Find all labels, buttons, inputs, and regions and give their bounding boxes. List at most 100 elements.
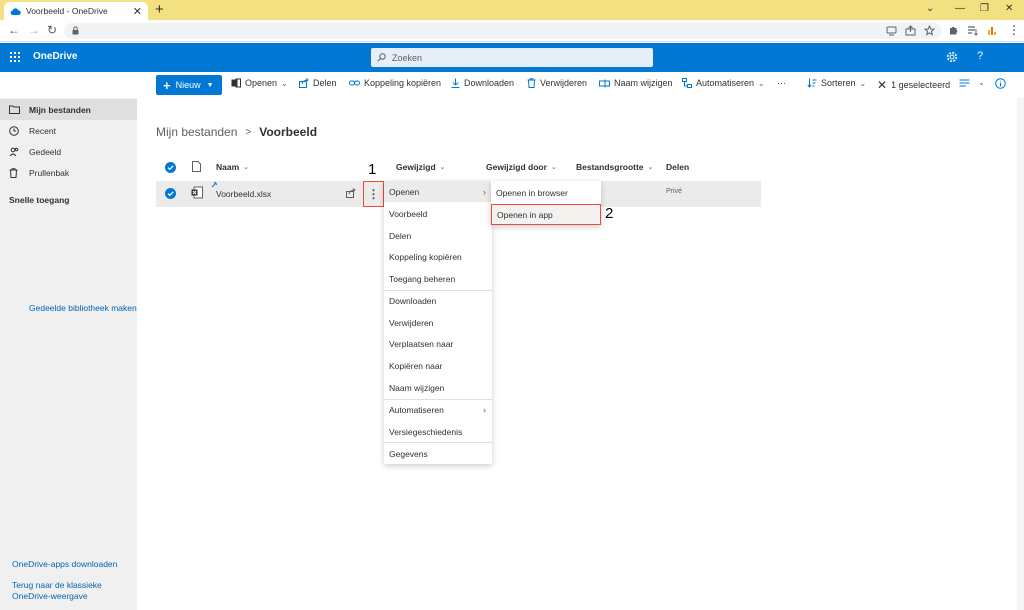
window-close-icon[interactable]: ✕ — [1005, 3, 1013, 14]
tab-close-icon[interactable]: ✕ — [133, 5, 142, 18]
extension-chart-icon[interactable] — [987, 25, 997, 36]
sidebar-item-label: Mijn bestanden — [29, 104, 91, 115]
menu-item-label: Delen — [389, 230, 412, 241]
menu-item-label: Gegevens — [389, 448, 428, 459]
url-field[interactable] — [64, 23, 942, 39]
app-launcher-icon[interactable] — [10, 52, 20, 62]
column-header-label: Gewijzigd door — [486, 162, 547, 172]
menu-item-details[interactable]: Gegevens — [384, 443, 492, 464]
minimize-icon[interactable]: — — [955, 3, 965, 14]
sidebar-item-label: Recent — [29, 125, 56, 136]
chevron-down-icon: ⌄ — [859, 78, 867, 88]
menu-item-open[interactable]: Openen › — [384, 181, 492, 202]
menu-item-automate[interactable]: Automatiseren › — [384, 399, 492, 420]
share-icon[interactable] — [346, 188, 356, 198]
share-button[interactable]: Delen — [299, 78, 337, 88]
restore-icon[interactable]: ❐ — [980, 3, 989, 14]
column-header-modified-by[interactable]: Gewijzigd door ⌄ — [486, 162, 557, 172]
delete-button[interactable]: Verwijderen — [527, 78, 587, 88]
sidebar-item-label: Gedeeld — [29, 146, 62, 157]
more-actions-button[interactable]: ⋮ — [363, 181, 384, 207]
reading-list-icon[interactable] — [967, 25, 979, 36]
back-icon[interactable]: ← — [8, 23, 20, 37]
column-header-sharing[interactable]: Delen — [666, 162, 689, 172]
sidebar-item-shared[interactable]: Gedeeld — [0, 141, 137, 162]
info-icon — [995, 78, 1006, 89]
automate-label: Automatiseren — [696, 78, 755, 88]
install-app-icon[interactable] — [886, 25, 897, 36]
tab-search-chevron-icon[interactable]: ⌄ — [926, 3, 934, 14]
menu-item-copy-link[interactable]: Koppeling kopiëren — [384, 246, 492, 267]
column-header-name[interactable]: Naam ⌄ — [216, 162, 249, 172]
share-page-icon[interactable] — [905, 25, 916, 36]
tab-title: Voorbeeld - OneDrive — [26, 6, 108, 16]
select-all-checkbox[interactable] — [165, 162, 176, 173]
classic-view-link-line1[interactable]: Terug naar de klassieke — [12, 580, 102, 591]
row-checkbox[interactable] — [165, 188, 176, 199]
column-header-label: Naam — [216, 162, 240, 172]
new-tab-button[interactable]: + — [155, 1, 164, 19]
clear-selection-button[interactable]: ✕ 1 geselecteerd — [877, 78, 950, 92]
command-bar: + Nieuw ▼ Openen ⌄ Delen Koppeling kopië… — [137, 72, 1024, 98]
plus-icon: + — [163, 77, 171, 93]
download-apps-link[interactable]: OneDrive-apps downloaden — [12, 559, 117, 570]
sort-button[interactable]: Sorteren ⌄ — [807, 78, 866, 88]
menu-item-delete[interactable]: Verwijderen — [384, 312, 492, 333]
menu-item-rename[interactable]: Naam wijzigen — [384, 377, 492, 398]
submenu-item-open-in-app[interactable]: Openen in app — [491, 204, 601, 225]
new-label: Nieuw — [175, 80, 201, 90]
column-header-modified[interactable]: Gewijzigd ⌄ — [396, 162, 446, 172]
menu-item-preview[interactable]: Voorbeeld — [384, 203, 492, 224]
info-button[interactable] — [995, 78, 1010, 89]
open-button[interactable]: Openen ⌄ — [231, 78, 288, 88]
column-header-file-size[interactable]: Bestandsgrootte ⌄ — [576, 162, 653, 172]
more-vertical-icon: ⋮ — [367, 187, 380, 201]
rename-button[interactable]: Naam wijzigen — [599, 78, 673, 88]
forward-icon[interactable]: → — [28, 23, 40, 37]
more-commands-button[interactable]: ··· — [777, 78, 786, 88]
open-app-icon — [231, 78, 241, 88]
open-label: Openen — [245, 78, 278, 88]
column-header-label: Gewijzigd — [396, 162, 436, 172]
menu-item-manage-access[interactable]: Toegang beheren — [384, 268, 492, 289]
classic-view-link-line2[interactable]: OneDrive-weergave — [12, 591, 88, 602]
breadcrumb-root[interactable]: Mijn bestanden — [156, 125, 237, 139]
menu-item-move-to[interactable]: Verplaatsen naar — [384, 333, 492, 354]
gear-icon[interactable] — [946, 51, 958, 63]
menu-item-share[interactable]: Delen — [384, 225, 492, 246]
new-button[interactable]: + Nieuw ▼ — [156, 75, 222, 95]
sort-icon — [807, 78, 817, 88]
automate-button[interactable]: Automatiseren ⌄ — [682, 78, 765, 88]
menu-item-download[interactable]: Downloaden — [384, 290, 492, 311]
help-icon[interactable]: ? — [977, 50, 983, 62]
file-name[interactable]: Voorbeeld.xlsx — [216, 189, 271, 199]
chevron-down-icon: ▼ — [206, 81, 214, 89]
onedrive-cloud-icon — [10, 7, 21, 15]
bookmark-star-icon[interactable] — [924, 25, 935, 36]
chevron-right-icon: › — [483, 404, 486, 415]
submenu-item-label: Openen in app — [497, 209, 553, 220]
menu-item-copy-to[interactable]: Kopiëren naar — [384, 355, 492, 376]
browser-tab[interactable]: Voorbeeld - OneDrive ✕ — [4, 2, 148, 20]
chevron-down-icon: ⌄ — [978, 78, 985, 87]
sidebar-item-recycle-bin[interactable]: Prullenbak — [0, 162, 137, 183]
browser-menu-icon[interactable]: ⋮ — [1008, 23, 1020, 37]
page-scrollbar[interactable] — [1017, 98, 1024, 610]
sidebar-item-my-files[interactable]: Mijn bestanden — [0, 99, 137, 120]
search-input[interactable]: Zoeken — [371, 48, 653, 67]
copy-link-button[interactable]: Koppeling kopiëren — [349, 78, 441, 88]
lock-icon — [72, 26, 79, 35]
menu-item-label: Naam wijzigen — [389, 382, 445, 393]
excel-file-icon — [191, 186, 203, 199]
breadcrumb: Mijn bestanden > Voorbeeld — [156, 125, 317, 139]
download-button[interactable]: Downloaden — [451, 78, 514, 88]
extensions-puzzle-icon[interactable] — [948, 25, 959, 36]
submenu-item-open-in-browser[interactable]: Openen in browser — [491, 182, 601, 203]
view-options-button[interactable]: ⌄ — [959, 78, 985, 87]
brand-title[interactable]: OneDrive — [33, 51, 77, 62]
reload-icon[interactable]: ↻ — [47, 23, 57, 37]
create-shared-library-link[interactable]: Gedeelde bibliotheek maken — [29, 303, 137, 314]
sidebar-item-recent[interactable]: Recent — [0, 120, 137, 141]
menu-item-version-history[interactable]: Versiegeschiedenis — [384, 421, 492, 442]
left-navigation: Mijn bestanden Recent Gedeeld Prullenbak… — [0, 98, 137, 610]
